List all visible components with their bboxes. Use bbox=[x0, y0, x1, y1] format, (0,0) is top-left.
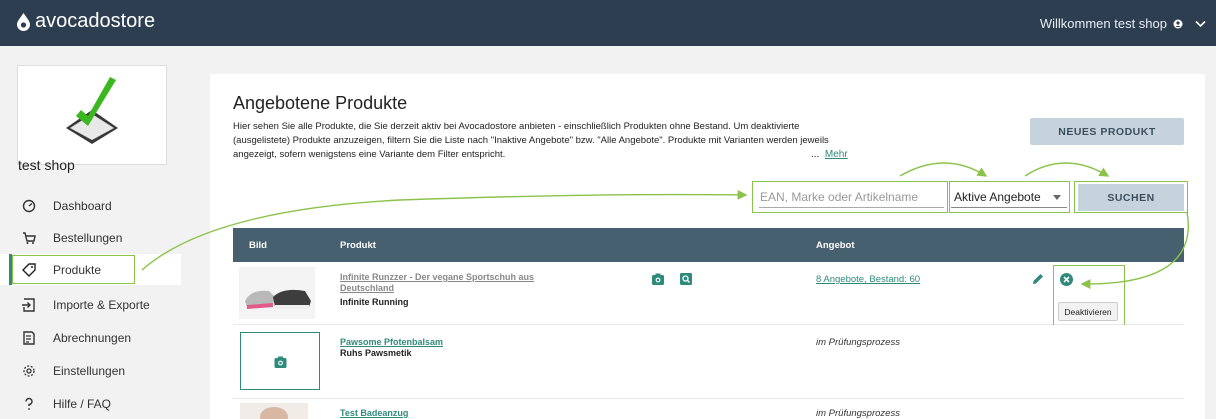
product-brand: Ruhs Pawsmetik bbox=[340, 348, 412, 358]
product-name-link[interactable]: Pawsome Pfotenbalsam bbox=[340, 337, 550, 348]
column-header: Produkt bbox=[340, 240, 376, 251]
user-icon bbox=[1173, 19, 1183, 28]
camera-icon[interactable] bbox=[652, 273, 664, 285]
sidebar-item-label: Bestellungen bbox=[53, 230, 123, 245]
image-search-icon[interactable] bbox=[680, 273, 692, 285]
highlight-box-search bbox=[752, 181, 948, 213]
page-title: Angebotene Produkte bbox=[233, 93, 408, 113]
page-description: Hier sehen Sie alle Produkte, die Sie de… bbox=[233, 121, 829, 160]
chevron-down-icon bbox=[1195, 20, 1206, 27]
highlight-box-search-button bbox=[1074, 181, 1188, 213]
sidebar-item-dashboard[interactable]: Dashboard bbox=[0, 190, 181, 221]
new-product-button[interactable]: NEUES PRODUKT bbox=[1030, 118, 1184, 145]
main-panel: Angebotene Produkte Hier sehen Sie alle … bbox=[210, 74, 1205, 419]
offer-link[interactable]: 8 Angebote, Bestand: 60 bbox=[816, 274, 920, 285]
sidebar-item-label: Importe & Exporte bbox=[53, 297, 150, 312]
shop-name: test shop bbox=[18, 157, 75, 173]
sidebar-item-help[interactable]: Hilfe / FAQ bbox=[0, 388, 181, 419]
user-menu[interactable]: Willkommen test shop bbox=[1040, 16, 1206, 31]
shop-logo bbox=[17, 65, 167, 165]
deactivate-tooltip: Deaktivieren bbox=[1058, 302, 1118, 321]
more-ellipsis: ... bbox=[811, 149, 820, 160]
highlight-box-deactivate bbox=[1053, 265, 1125, 331]
logo[interactable]: avocadostore bbox=[17, 10, 155, 33]
camera-icon bbox=[274, 356, 287, 368]
column-header: Angebot bbox=[816, 240, 855, 251]
cart-icon bbox=[23, 231, 36, 244]
logo-text: avocadostore bbox=[35, 10, 156, 32]
welcome-text: Willkommen test shop bbox=[1039, 16, 1167, 31]
table-row: Infinite Runzzer - Der vegane Sportschuh… bbox=[233, 262, 1184, 325]
product-status: im Prüfungsprozess bbox=[816, 408, 900, 419]
sidebar: test shop Dashboard Bestellungen Produkt… bbox=[0, 46, 181, 419]
sidebar-item-billing[interactable]: Abrechnungen bbox=[0, 322, 181, 353]
table-row: Test Badeanzug im Prüfungsprozess bbox=[233, 399, 1184, 419]
product-name-link[interactable]: Infinite Runzzer - Der vegane Sportschuh… bbox=[340, 272, 550, 294]
sidebar-item-label: Hilfe / FAQ bbox=[53, 396, 112, 411]
more-link-wrapper: ... Mehr bbox=[811, 149, 848, 160]
import-icon bbox=[22, 297, 35, 312]
top-bar: avocadostore Willkommen test shop bbox=[0, 0, 1216, 46]
more-link[interactable]: Mehr bbox=[825, 149, 848, 160]
gear-icon bbox=[23, 364, 35, 377]
dashboard-icon bbox=[22, 199, 36, 212]
sidebar-item-label: Abrechnungen bbox=[53, 330, 132, 345]
column-header: Bild bbox=[249, 240, 267, 251]
sidebar-item-label: Dashboard bbox=[53, 198, 112, 213]
highlight-box-filter bbox=[949, 181, 1070, 213]
product-image[interactable] bbox=[240, 403, 308, 419]
help-icon bbox=[25, 397, 33, 410]
table-header: Bild Produkt Angebot bbox=[233, 228, 1184, 262]
sidebar-item-orders[interactable]: Bestellungen bbox=[0, 222, 181, 253]
pencil-icon[interactable] bbox=[1032, 273, 1044, 285]
product-image[interactable] bbox=[239, 267, 315, 319]
product-brand: Infinite Running bbox=[340, 297, 409, 307]
sidebar-item-import-export[interactable]: Importe & Exporte bbox=[0, 289, 181, 320]
highlight-box-products bbox=[12, 255, 135, 284]
product-status: im Prüfungsprozess bbox=[816, 337, 900, 348]
product-image-placeholder[interactable] bbox=[240, 332, 320, 390]
avocado-logo-icon bbox=[17, 12, 30, 31]
product-name-link[interactable]: Test Badeanzug bbox=[340, 408, 550, 419]
sidebar-item-settings[interactable]: Einstellungen bbox=[0, 355, 181, 386]
sidebar-item-label: Einstellungen bbox=[53, 363, 126, 378]
invoice-icon bbox=[23, 330, 35, 345]
checkmark-logo-icon bbox=[66, 77, 118, 144]
table-row: Pawsome Pfotenbalsam Ruhs Pawsmetik im P… bbox=[233, 325, 1184, 399]
